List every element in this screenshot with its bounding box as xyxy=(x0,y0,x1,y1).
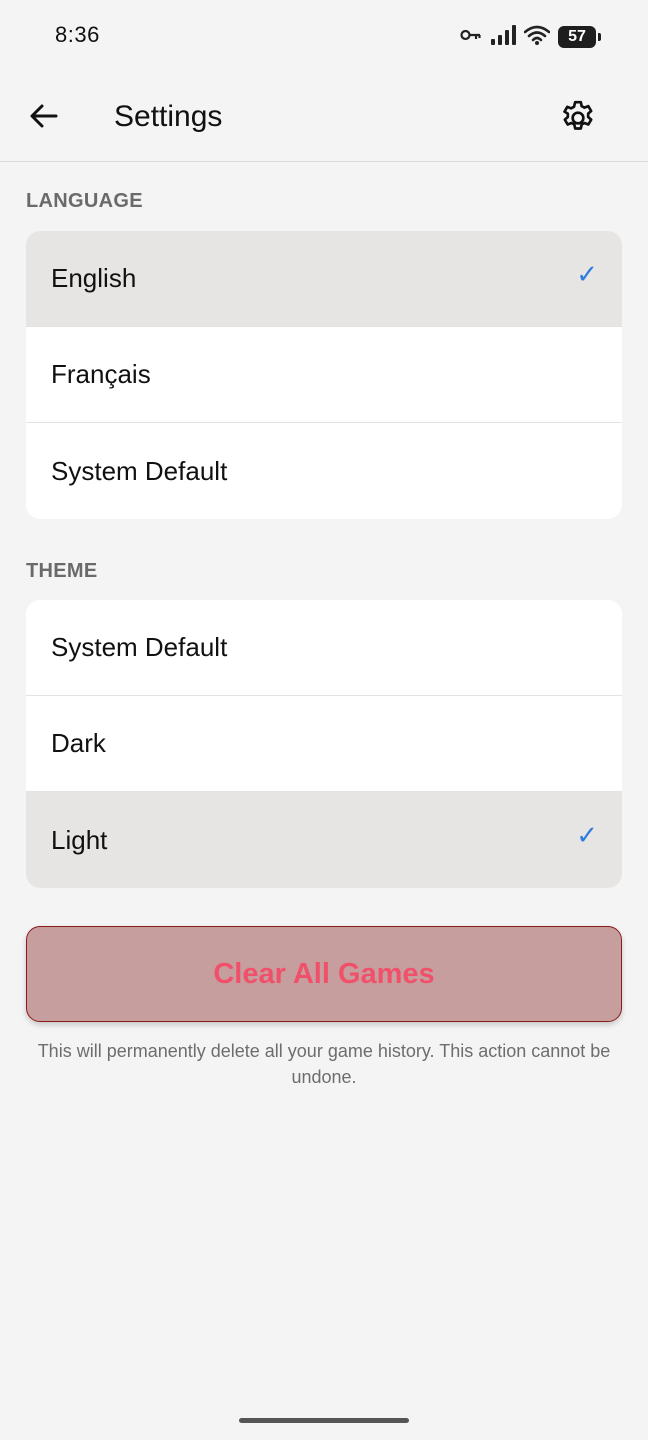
theme-option-light[interactable]: Light ✓ xyxy=(26,792,622,888)
gear-icon xyxy=(563,100,593,130)
settings-button[interactable] xyxy=(558,98,598,138)
theme-option-system-default[interactable]: System Default xyxy=(26,600,622,696)
app-bar: Settings xyxy=(0,72,648,162)
option-label: Français xyxy=(51,359,151,389)
status-bar: 8:36 57 xyxy=(0,0,648,72)
page-title: Settings xyxy=(114,100,223,133)
language-option-english[interactable]: English ✓ xyxy=(26,231,622,327)
theme-option-dark[interactable]: Dark xyxy=(26,696,622,792)
arrow-left-icon xyxy=(30,104,58,128)
option-label: Light xyxy=(51,824,108,855)
battery-icon: 57 xyxy=(558,26,601,48)
check-icon: ✓ xyxy=(576,259,598,289)
option-label: System Default xyxy=(51,455,228,486)
wifi-icon xyxy=(523,25,551,50)
language-option-system-default[interactable]: System Default xyxy=(26,423,622,519)
back-button[interactable] xyxy=(26,98,62,134)
clear-all-games-button[interactable]: Clear All Games xyxy=(26,926,622,1022)
option-label: System Default xyxy=(51,632,228,662)
option-label: English xyxy=(51,263,137,293)
check-icon: ✓ xyxy=(576,820,598,850)
theme-options: System Default Dark Light ✓ xyxy=(26,600,622,888)
status-icons: 57 xyxy=(460,24,601,50)
signal-icon xyxy=(490,24,516,50)
language-option-francais[interactable]: Français xyxy=(26,327,622,423)
theme-section-label: THEME xyxy=(26,560,98,582)
key-icon xyxy=(460,28,482,47)
status-time: 8:36 xyxy=(55,22,100,47)
language-options: English ✓ Français System Default xyxy=(26,231,622,519)
clear-warning-text: This will permanently delete all your ga… xyxy=(37,1041,611,1087)
home-indicator[interactable] xyxy=(239,1418,409,1423)
language-section-label: LANGUAGE xyxy=(26,190,143,212)
option-label: Dark xyxy=(51,728,106,758)
